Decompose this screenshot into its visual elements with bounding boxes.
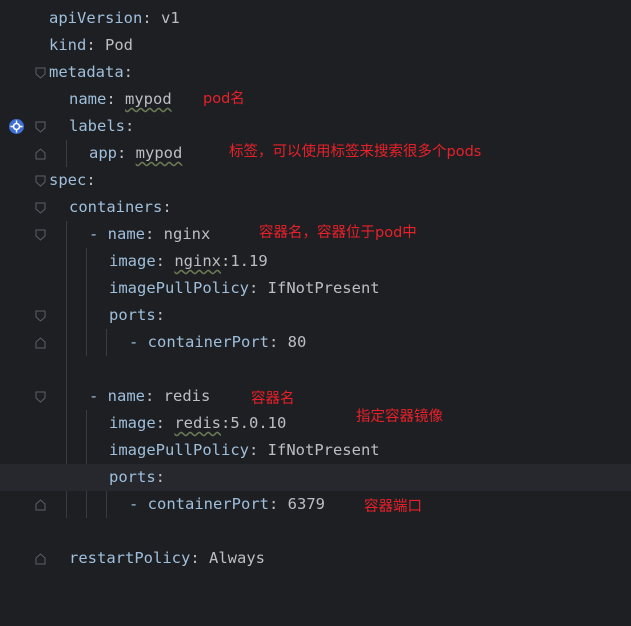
yaml-value: nginx xyxy=(163,225,211,243)
yaml-sep: : xyxy=(248,441,268,459)
yaml-key: name xyxy=(107,225,145,243)
yaml-sep: : xyxy=(145,387,164,405)
yaml-key: containers xyxy=(69,198,163,216)
code-line[interactable]: - name: redis xyxy=(0,383,631,410)
yaml-value: nginx xyxy=(174,252,222,270)
yaml-dash: - xyxy=(89,387,108,405)
yaml-value: mypod xyxy=(135,144,183,162)
code-line[interactable]: labels: xyxy=(0,113,631,140)
yaml-key: containerPort xyxy=(147,333,269,351)
code-line[interactable]: - containerPort: 80 xyxy=(0,329,631,356)
yaml-value: 6379 xyxy=(287,495,325,513)
yaml-sep: : xyxy=(117,144,136,162)
yaml-value: 80 xyxy=(287,333,307,351)
yaml-dash: - xyxy=(129,333,148,351)
yaml-sep: : xyxy=(123,63,133,81)
annotation-pod-name: pod名 xyxy=(203,91,245,107)
yaml-value-tag: :5.0.10 xyxy=(221,414,287,432)
yaml-key: app xyxy=(89,144,117,162)
yaml-key: apiVersion xyxy=(49,9,143,27)
code-line[interactable]: name: mypod xyxy=(0,86,631,113)
code-line[interactable]: kind: Pod xyxy=(0,32,631,59)
yaml-sep: : xyxy=(86,36,105,54)
yaml-sep: : xyxy=(269,495,288,513)
annotation-image: 指定容器镜像 xyxy=(356,409,443,425)
code-line[interactable]: ports: xyxy=(0,302,631,329)
yaml-sep: : xyxy=(190,549,209,567)
yaml-key: ports xyxy=(109,306,156,324)
code-line[interactable]: image: nginx:1.19 xyxy=(0,248,631,275)
code-line[interactable]: apiVersion: v1 xyxy=(0,5,631,32)
yaml-key: image xyxy=(109,252,156,270)
code-line[interactable]: image: redis:5.0.10 xyxy=(0,410,631,437)
yaml-value: IfNotPresent xyxy=(267,441,380,459)
code-line[interactable]: spec: xyxy=(0,167,631,194)
yaml-key: kind xyxy=(49,36,87,54)
code-line[interactable]: imagePullPolicy: IfNotPresent xyxy=(0,437,631,464)
code-line[interactable]: imagePullPolicy: IfNotPresent xyxy=(0,275,631,302)
yaml-sep: : xyxy=(162,198,172,216)
yaml-key: name xyxy=(69,90,107,108)
annotation-container-name: 容器名，容器位于pod中 xyxy=(259,225,417,241)
annotation-container-name-2: 容器名 xyxy=(251,391,295,407)
yaml-value: v1 xyxy=(161,9,180,27)
yaml-sep: : xyxy=(86,171,96,189)
yaml-sep: : xyxy=(269,333,288,351)
yaml-sep: : xyxy=(248,279,268,297)
yaml-value: mypod xyxy=(125,90,172,108)
yaml-key: containerPort xyxy=(147,495,269,513)
code-line[interactable]: containers: xyxy=(0,194,631,221)
yaml-sep: : xyxy=(155,252,175,270)
yaml-key: name xyxy=(107,387,145,405)
yaml-key: restartPolicy xyxy=(69,549,191,567)
yaml-key: spec xyxy=(49,171,87,189)
yaml-sep: : xyxy=(125,117,135,135)
yaml-key: imagePullPolicy xyxy=(109,441,249,459)
yaml-value-tag: :1.19 xyxy=(221,252,268,270)
yaml-sep: : xyxy=(145,225,164,243)
yaml-sep: : xyxy=(155,414,175,432)
yaml-key: image xyxy=(109,414,156,432)
yaml-sep: : xyxy=(106,90,125,108)
yaml-value: redis xyxy=(174,414,222,432)
annotation-labels: 标签，可以使用标签来搜索很多个pods xyxy=(229,144,482,160)
yaml-sep: : xyxy=(155,468,166,486)
yaml-key: metadata xyxy=(49,63,124,81)
yaml-sep: : xyxy=(142,9,161,27)
yaml-value: Pod xyxy=(105,36,133,54)
annotation-port: 容器端口 xyxy=(364,499,422,515)
yaml-value: IfNotPresent xyxy=(267,279,380,297)
code-editor[interactable]: apiVersion: v1 kind: Pod metadata: name:… xyxy=(0,0,631,600)
yaml-key: ports xyxy=(109,468,156,486)
yaml-key: labels xyxy=(69,117,125,135)
yaml-dash: - xyxy=(129,495,148,513)
yaml-value: Always xyxy=(209,549,265,567)
yaml-value: redis xyxy=(163,387,211,405)
code-line[interactable]: restartPolicy: Always xyxy=(0,545,631,572)
code-line[interactable]: - containerPort: 6379 xyxy=(0,491,631,518)
yaml-key: imagePullPolicy xyxy=(109,279,249,297)
code-line-current[interactable]: ports: xyxy=(0,464,631,491)
yaml-sep: : xyxy=(155,306,166,324)
code-line[interactable]: metadata: xyxy=(0,59,631,86)
yaml-dash: - xyxy=(89,225,108,243)
